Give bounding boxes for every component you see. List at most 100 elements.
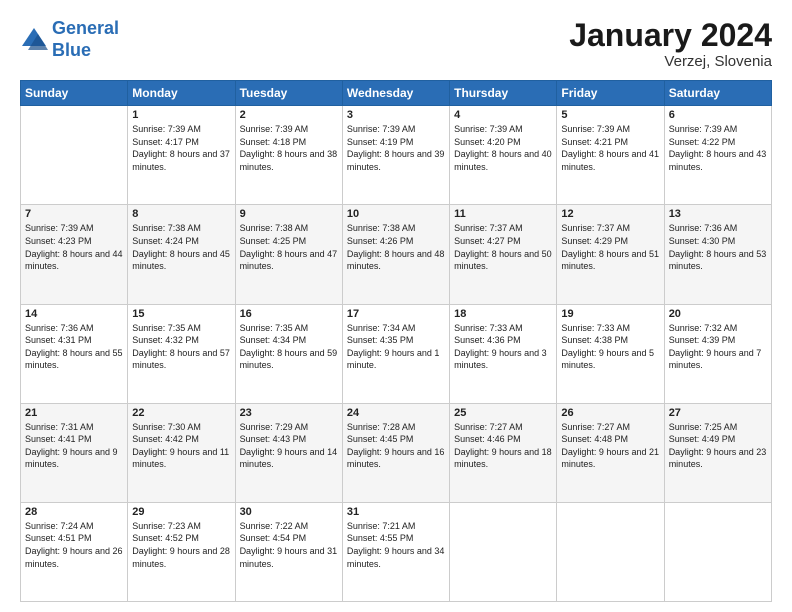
day-number: 8 xyxy=(132,208,230,220)
location: Verzej, Slovenia xyxy=(569,53,772,70)
col-monday: Monday xyxy=(128,81,235,106)
day-number: 26 xyxy=(561,407,659,419)
table-cell: 21 Sunrise: 7:31 AMSunset: 4:41 PMDayligh… xyxy=(21,403,128,502)
cell-details: Sunrise: 7:30 AMSunset: 4:42 PMDaylight:… xyxy=(132,422,229,470)
table-cell: 31 Sunrise: 7:21 AMSunset: 4:55 PMDayligh… xyxy=(342,502,449,601)
day-number: 9 xyxy=(240,208,338,220)
table-cell: 18Sunrise: 7:33 AMSunset: 4:36 PMDayligh… xyxy=(450,304,557,403)
week-row-3: 14Sunrise: 7:36 AMSunset: 4:31 PMDayligh… xyxy=(21,304,772,403)
day-number: 4 xyxy=(454,109,552,121)
day-number: 19 xyxy=(561,308,659,320)
cell-details: Sunrise: 7:36 AMSunset: 4:31 PMDaylight:… xyxy=(25,323,123,371)
day-number: 11 xyxy=(454,208,552,220)
week-row-2: 7Sunrise: 7:39 AMSunset: 4:23 PMDaylight… xyxy=(21,205,772,304)
week-row-4: 21 Sunrise: 7:31 AMSunset: 4:41 PMDayligh… xyxy=(21,403,772,502)
day-number: 16 xyxy=(240,308,338,320)
week-row-5: 28 Sunrise: 7:24 AMSunset: 4:51 PMDayligh… xyxy=(21,502,772,601)
table-cell: 19Sunrise: 7:33 AMSunset: 4:38 PMDayligh… xyxy=(557,304,664,403)
table-cell: 1 Sunrise: 7:39 AMSunset: 4:17 PMDaylight… xyxy=(128,106,235,205)
cell-details: Sunrise: 7:39 AMSunset: 4:20 PMDaylight:… xyxy=(454,124,552,172)
table-cell: 6 Sunrise: 7:39 AMSunset: 4:22 PMDaylight… xyxy=(664,106,771,205)
day-number: 21 xyxy=(25,407,123,419)
day-number: 25 xyxy=(454,407,552,419)
col-wednesday: Wednesday xyxy=(342,81,449,106)
col-thursday: Thursday xyxy=(450,81,557,106)
table-cell: 8 Sunrise: 7:38 AMSunset: 4:24 PMDaylight… xyxy=(128,205,235,304)
day-number: 6 xyxy=(669,109,767,121)
header: General Blue January 2024 Verzej, Sloven… xyxy=(20,18,772,70)
day-number: 30 xyxy=(240,506,338,518)
day-number: 1 xyxy=(132,109,230,121)
cell-details: Sunrise: 7:29 AMSunset: 4:43 PMDaylight:… xyxy=(240,422,338,470)
day-number: 24 xyxy=(347,407,445,419)
cell-details: Sunrise: 7:34 AMSunset: 4:35 PMDaylight:… xyxy=(347,323,440,371)
table-cell: 25 Sunrise: 7:27 AMSunset: 4:46 PMDayligh… xyxy=(450,403,557,502)
table-cell: 23 Sunrise: 7:29 AMSunset: 4:43 PMDayligh… xyxy=(235,403,342,502)
cell-details: Sunrise: 7:39 AMSunset: 4:19 PMDaylight:… xyxy=(347,124,445,172)
table-cell: 5 Sunrise: 7:39 AMSunset: 4:21 PMDaylight… xyxy=(557,106,664,205)
calendar-header-row: Sunday Monday Tuesday Wednesday Thursday… xyxy=(21,81,772,106)
month-year: January 2024 xyxy=(569,18,772,53)
day-number: 2 xyxy=(240,109,338,121)
cell-details: Sunrise: 7:35 AMSunset: 4:34 PMDaylight:… xyxy=(240,323,338,371)
title-block: January 2024 Verzej, Slovenia xyxy=(569,18,772,70)
table-cell: 11Sunrise: 7:37 AMSunset: 4:27 PMDayligh… xyxy=(450,205,557,304)
day-number: 23 xyxy=(240,407,338,419)
day-number: 29 xyxy=(132,506,230,518)
col-tuesday: Tuesday xyxy=(235,81,342,106)
cell-details: Sunrise: 7:24 AMSunset: 4:51 PMDaylight:… xyxy=(25,521,123,569)
day-number: 22 xyxy=(132,407,230,419)
table-cell xyxy=(557,502,664,601)
table-cell: 29 Sunrise: 7:23 AMSunset: 4:52 PMDayligh… xyxy=(128,502,235,601)
cell-details: Sunrise: 7:31 AMSunset: 4:41 PMDaylight:… xyxy=(25,422,118,470)
cell-details: Sunrise: 7:37 AMSunset: 4:29 PMDaylight:… xyxy=(561,223,659,271)
table-cell: 20Sunrise: 7:32 AMSunset: 4:39 PMDayligh… xyxy=(664,304,771,403)
logo-blue: Blue xyxy=(52,40,91,60)
table-cell: 3 Sunrise: 7:39 AMSunset: 4:19 PMDaylight… xyxy=(342,106,449,205)
table-cell: 13Sunrise: 7:36 AMSunset: 4:30 PMDayligh… xyxy=(664,205,771,304)
table-cell xyxy=(21,106,128,205)
cell-details: Sunrise: 7:27 AMSunset: 4:48 PMDaylight:… xyxy=(561,422,659,470)
table-cell: 12Sunrise: 7:37 AMSunset: 4:29 PMDayligh… xyxy=(557,205,664,304)
cell-details: Sunrise: 7:38 AMSunset: 4:24 PMDaylight:… xyxy=(132,223,230,271)
table-cell: 24 Sunrise: 7:28 AMSunset: 4:45 PMDayligh… xyxy=(342,403,449,502)
cell-details: Sunrise: 7:27 AMSunset: 4:46 PMDaylight:… xyxy=(454,422,552,470)
table-cell xyxy=(664,502,771,601)
cell-details: Sunrise: 7:39 AMSunset: 4:21 PMDaylight:… xyxy=(561,124,659,172)
col-sunday: Sunday xyxy=(21,81,128,106)
day-number: 10 xyxy=(347,208,445,220)
cell-details: Sunrise: 7:39 AMSunset: 4:22 PMDaylight:… xyxy=(669,124,767,172)
cell-details: Sunrise: 7:39 AMSunset: 4:18 PMDaylight:… xyxy=(240,124,338,172)
page: General Blue January 2024 Verzej, Sloven… xyxy=(0,0,792,612)
cell-details: Sunrise: 7:22 AMSunset: 4:54 PMDaylight:… xyxy=(240,521,338,569)
table-cell: 30 Sunrise: 7:22 AMSunset: 4:54 PMDayligh… xyxy=(235,502,342,601)
logo-icon xyxy=(20,26,48,54)
table-cell: 7Sunrise: 7:39 AMSunset: 4:23 PMDaylight… xyxy=(21,205,128,304)
day-number: 31 xyxy=(347,506,445,518)
day-number: 17 xyxy=(347,308,445,320)
calendar-table: Sunday Monday Tuesday Wednesday Thursday… xyxy=(20,80,772,602)
table-cell: 10Sunrise: 7:38 AMSunset: 4:26 PMDayligh… xyxy=(342,205,449,304)
day-number: 3 xyxy=(347,109,445,121)
cell-details: Sunrise: 7:21 AMSunset: 4:55 PMDaylight:… xyxy=(347,521,445,569)
cell-details: Sunrise: 7:23 AMSunset: 4:52 PMDaylight:… xyxy=(132,521,230,569)
table-cell: 27Sunrise: 7:25 AMSunset: 4:49 PMDayligh… xyxy=(664,403,771,502)
cell-details: Sunrise: 7:39 AMSunset: 4:17 PMDaylight:… xyxy=(132,124,230,172)
table-cell: 4 Sunrise: 7:39 AMSunset: 4:20 PMDaylight… xyxy=(450,106,557,205)
logo-text: General Blue xyxy=(52,18,119,61)
day-number: 18 xyxy=(454,308,552,320)
logo-general: General xyxy=(52,18,119,38)
table-cell: 16 Sunrise: 7:35 AMSunset: 4:34 PMDayligh… xyxy=(235,304,342,403)
table-cell: 22 Sunrise: 7:30 AMSunset: 4:42 PMDayligh… xyxy=(128,403,235,502)
table-cell: 9Sunrise: 7:38 AMSunset: 4:25 PMDaylight… xyxy=(235,205,342,304)
table-cell: 17 Sunrise: 7:34 AMSunset: 4:35 PMDayligh… xyxy=(342,304,449,403)
cell-details: Sunrise: 7:28 AMSunset: 4:45 PMDaylight:… xyxy=(347,422,445,470)
table-cell: 2 Sunrise: 7:39 AMSunset: 4:18 PMDaylight… xyxy=(235,106,342,205)
col-saturday: Saturday xyxy=(664,81,771,106)
day-number: 28 xyxy=(25,506,123,518)
day-number: 5 xyxy=(561,109,659,121)
table-cell: 28 Sunrise: 7:24 AMSunset: 4:51 PMDayligh… xyxy=(21,502,128,601)
day-number: 13 xyxy=(669,208,767,220)
table-cell: 14Sunrise: 7:36 AMSunset: 4:31 PMDayligh… xyxy=(21,304,128,403)
col-friday: Friday xyxy=(557,81,664,106)
